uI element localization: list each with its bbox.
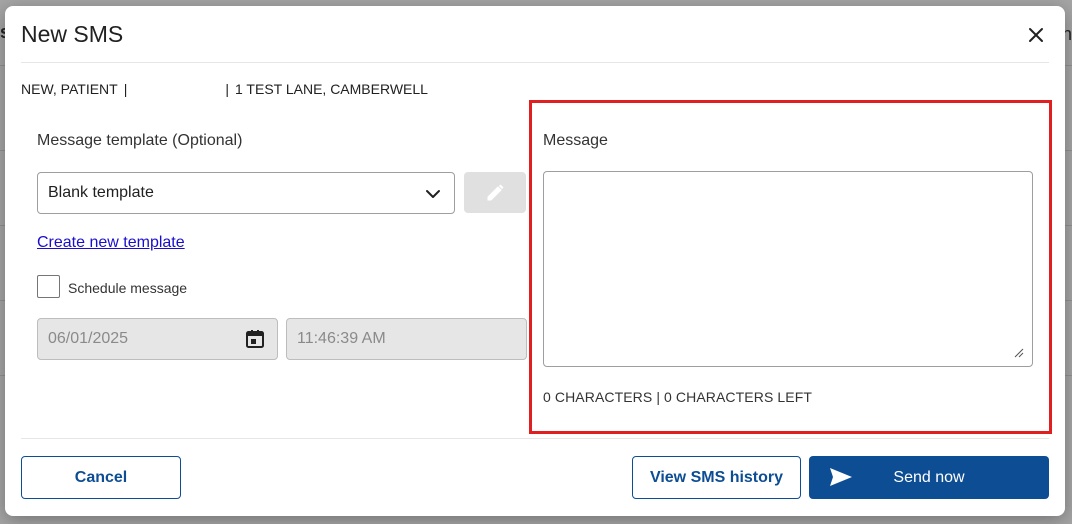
patient-address: 1 TEST LANE, CAMBERWELL xyxy=(235,81,428,97)
pencil-icon xyxy=(487,184,504,200)
cancel-button[interactable]: Cancel xyxy=(21,456,181,499)
message-label: Message xyxy=(543,132,608,149)
dialog-title: New SMS xyxy=(21,21,124,47)
edit-template-button[interactable] xyxy=(464,172,526,213)
new-sms-dialog: New SMS NEW, PATIENT | | 1 TEST LANE, CA… xyxy=(5,6,1065,516)
schedule-checkbox-label: Schedule message xyxy=(68,280,188,296)
patient-info: NEW, PATIENT | | 1 TEST LANE, CAMBERWELL xyxy=(21,81,428,97)
separator: | xyxy=(123,81,128,97)
template-select-value: Blank template xyxy=(48,184,154,201)
chevron-down-icon xyxy=(426,190,440,198)
send-icon xyxy=(830,468,852,486)
view-sms-history-button[interactable]: View SMS history xyxy=(632,456,801,499)
schedule-date-value: 06/01/2025 xyxy=(48,330,129,347)
create-template-link[interactable]: Create new template xyxy=(37,234,185,252)
message-textarea[interactable] xyxy=(543,171,1033,367)
patient-name: NEW, PATIENT xyxy=(21,81,118,97)
schedule-time-value: 11:46:39 AM xyxy=(297,330,386,347)
resize-grip-icon[interactable] xyxy=(1012,346,1024,358)
schedule-time-input: 11:46:39 AM xyxy=(286,318,527,360)
template-select[interactable]: Blank template xyxy=(37,172,455,214)
character-counter: 0 CHARACTERS | 0 CHARACTERS LEFT xyxy=(543,389,812,405)
separator: | xyxy=(225,81,229,97)
header-divider xyxy=(21,62,1049,63)
close-icon xyxy=(1029,28,1043,42)
send-now-button[interactable]: Send now xyxy=(809,456,1049,499)
footer-divider xyxy=(21,438,1049,439)
schedule-date-input: 06/01/2025 xyxy=(37,318,278,360)
schedule-checkbox[interactable] xyxy=(37,275,60,298)
calendar-icon xyxy=(246,330,264,348)
template-label: Message template (Optional) xyxy=(37,132,243,149)
send-now-label: Send now xyxy=(893,468,965,486)
close-button[interactable] xyxy=(1025,24,1047,46)
